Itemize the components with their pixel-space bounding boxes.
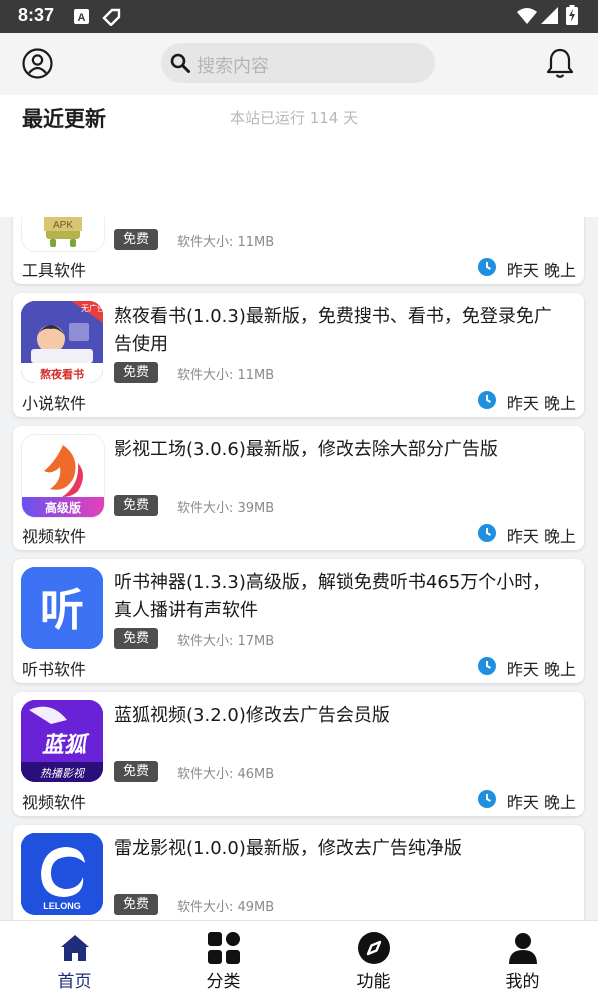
status-time: 8:37 [18,5,55,25]
app-size: 软件大小: 11MB [177,235,275,250]
nav-label: 功能 [356,972,391,992]
app-title[interactable]: 雷龙影视(1.0.0)最新版，修改去广告纯净版 [114,835,564,863]
battery-icon [566,5,578,29]
app-card[interactable]: 熬夜看书 无广告 熬夜看书(1.0.3)最新版，免费搜书、看书，免登录免广告使用… [13,293,584,417]
app-card[interactable]: 听 听书神器(1.3.3)高级版，解锁免费听书465万个小时，真人播讲有声软件 … [13,559,584,683]
app-title[interactable]: 蓝狐视频(3.2.0)修改去广告会员版 [114,702,564,730]
app-title[interactable]: 影视工场(3.0.6)最新版，修改去除大部分广告版 [114,436,564,464]
nav-home[interactable]: 首页 [0,921,149,999]
app-card[interactable]: 蓝狐 热播影视 蓝狐视频(3.2.0)修改去广告会员版 免费 软件大小: 46M… [13,692,584,816]
clock-icon [478,790,496,812]
app-size: 软件大小: 49MB [177,900,275,915]
nav-label: 我的 [505,972,540,992]
icon-text: 蓝狐 [42,733,90,758]
apk-icon: APK [21,217,105,252]
free-badge: 免费 [114,761,159,782]
update-time: 昨天 晚上 [506,527,576,546]
app-category[interactable]: 小说软件 [22,390,86,414]
clock-icon [478,391,496,413]
search-bar[interactable]: 搜索内容 [161,43,435,83]
icon-text: 熬夜看书 [40,367,84,381]
notification-bell-icon[interactable] [546,47,574,83]
category-icon [207,931,241,965]
icon-subtext: 热播影视 [40,767,86,780]
status-bar: 8:37 A [0,0,598,33]
lanhu-video-icon: 蓝狐 热播影视 [21,700,103,782]
wifi-icon [517,7,537,28]
compass-icon [357,931,391,965]
signal-icon [541,7,558,28]
icon-tag: 无广告 [81,303,103,313]
clock-icon [478,258,496,280]
app-title[interactable]: 听书神器(1.3.3)高级版，解锁免费听书465万个小时，真人播讲有声软件 [114,569,564,625]
icon-text: LELONG [43,901,81,911]
svg-text:APK: APK [53,220,73,231]
search-icon [170,53,190,77]
clock-icon [478,657,496,679]
update-time: 昨天 晚上 [506,793,576,812]
yingshi-gongchang-icon: 高级版 [21,434,105,518]
app-card[interactable]: APK 免费 软件大小: 11MB 工具软件 昨天 晚上 [13,217,584,284]
nav-features[interactable]: 功能 [299,921,448,999]
app-size: 软件大小: 11MB [177,368,275,383]
app-category[interactable]: 视频软件 [22,789,86,813]
profile-icon [506,931,540,965]
tingshu-shenqi-icon: 听 [21,567,103,649]
site-uptime: 本站已运行 114 天 [230,109,359,127]
leilong-icon: LELONG [21,833,103,915]
app-size: 软件大小: 46MB [177,767,275,782]
svg-text:A: A [78,12,86,24]
free-badge: 免费 [114,495,159,516]
update-time: 昨天 晚上 [506,660,576,679]
top-bar: 搜索内容 [0,33,598,95]
app-card[interactable]: LELONG 雷龙影视(1.0.0)最新版，修改去广告纯净版 免费 软件大小: … [13,825,584,920]
update-time: 昨天 晚上 [506,394,576,413]
home-icon [58,931,92,965]
app-card[interactable]: 高级版 影视工场(3.0.6)最新版，修改去除大部分广告版 免费 软件大小: 3… [13,426,584,550]
user-avatar-icon[interactable] [22,48,53,83]
icon-text: 听 [40,585,84,636]
app-category[interactable]: 视频软件 [22,523,86,547]
nav-label: 首页 [57,972,92,992]
keyboard-a-icon: A [73,8,90,29]
nav-label: 分类 [206,972,241,992]
nav-profile[interactable]: 我的 [448,921,597,999]
icon-text: 高级版 [45,500,81,515]
app-title[interactable]: 熬夜看书(1.0.3)最新版，免费搜书、看书，免登录免广告使用 [114,303,564,359]
update-time: 昨天 晚上 [506,261,576,280]
search-input[interactable]: 搜索内容 [197,52,269,78]
nav-category[interactable]: 分类 [149,921,298,999]
free-badge: 免费 [114,894,159,915]
clock-icon [478,524,496,546]
bottom-navigation: 首页 分类 功能 我的 [0,920,598,999]
tag-icon [101,8,121,30]
section-title: 最近更新 [22,107,106,131]
aoye-kanshu-icon: 熬夜看书 无广告 [21,301,103,383]
app-category[interactable]: 听书软件 [22,656,86,680]
app-size: 软件大小: 17MB [177,634,275,649]
free-badge: 免费 [114,362,159,383]
recent-updates-section: 最近更新 本站已运行 114 天 [0,95,598,217]
app-list[interactable]: APK 免费 软件大小: 11MB 工具软件 昨天 晚上 熬夜看书 无广告 熬夜… [0,217,598,920]
free-badge: 免费 [114,628,159,649]
free-badge: 免费 [114,229,159,250]
app-category[interactable]: 工具软件 [22,257,86,281]
app-size: 软件大小: 39MB [177,501,275,516]
